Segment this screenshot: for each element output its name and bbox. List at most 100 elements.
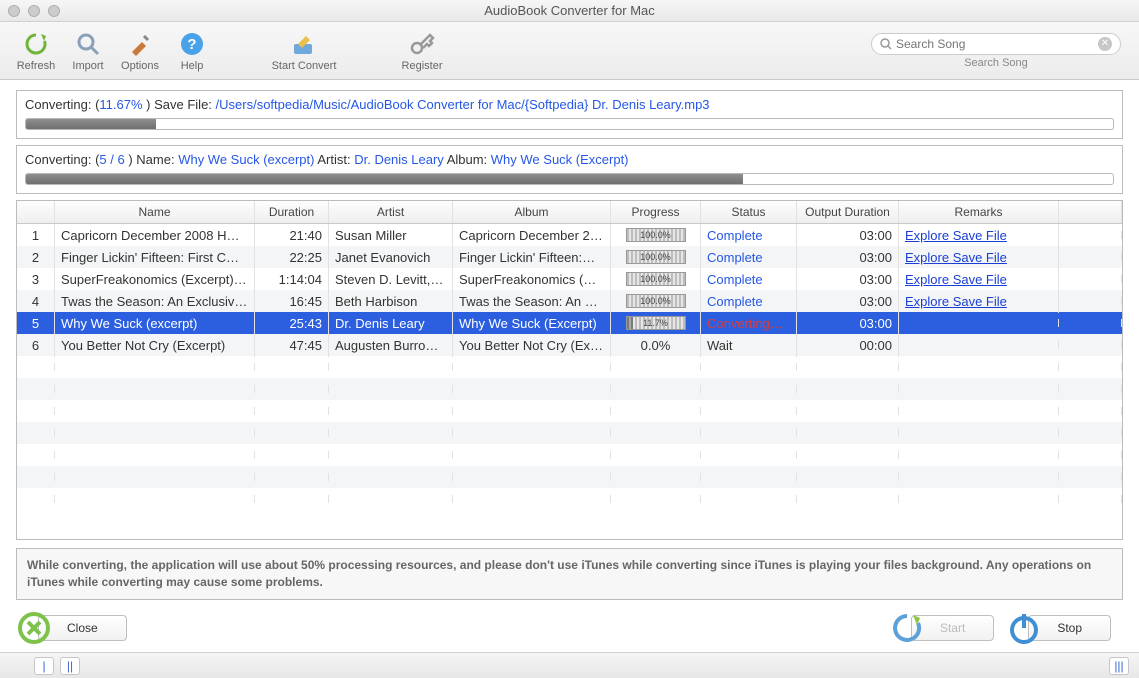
cell-idx: 6 — [17, 334, 55, 357]
explore-save-file-link[interactable]: Explore Save File — [905, 250, 1007, 265]
cell-progress: 0.0% — [611, 334, 701, 357]
table-row[interactable]: 5Why We Suck (excerpt)25:43Dr. Denis Lea… — [17, 312, 1122, 334]
magnifier-icon — [74, 30, 102, 58]
table-row[interactable]: 3SuperFreakonomics (Excerpt)…1:14:04Stev… — [17, 268, 1122, 290]
import-label: Import — [72, 60, 103, 72]
cell-album: Twas the Season: An E… — [453, 290, 611, 313]
table-row — [17, 422, 1122, 444]
cell-idx: 2 — [17, 246, 55, 269]
start-icon — [889, 610, 925, 646]
table-header: Name Duration Artist Album Progress Stat… — [17, 201, 1122, 224]
conv2-suffix1: ) Name: — [125, 152, 178, 167]
register-button[interactable]: Register — [382, 30, 462, 72]
explore-save-file-link[interactable]: Explore Save File — [905, 272, 1007, 287]
cell-name: SuperFreakonomics (Excerpt)… — [55, 268, 255, 291]
svg-text:?: ? — [187, 36, 196, 53]
cell-progress: 100.0% — [611, 267, 701, 291]
refresh-icon — [22, 30, 50, 58]
cell-idx: 5 — [17, 312, 55, 335]
cell-out: 03:00 — [797, 246, 899, 269]
cell-artist: Dr. Denis Leary — [329, 312, 453, 335]
search-input[interactable] — [896, 37, 1098, 51]
col-artist[interactable]: Artist — [329, 201, 453, 223]
stop-icon — [1006, 610, 1042, 646]
cell-out: 03:00 — [797, 224, 899, 247]
conv2-artist: Dr. Denis Leary — [354, 152, 444, 167]
cell-artist: Susan Miller — [329, 224, 453, 247]
conv2-album-label: Album: — [444, 152, 491, 167]
conv2-artist-label: Artist: — [314, 152, 354, 167]
refresh-label: Refresh — [17, 60, 56, 72]
conv1-prefix: Converting: ( — [25, 97, 99, 112]
footer-strip: | || ||| — [0, 652, 1139, 678]
explore-save-file-link[interactable]: Explore Save File — [905, 228, 1007, 243]
titlebar: AudioBook Converter for Mac — [0, 0, 1139, 22]
warning-text: While converting, the application will u… — [16, 548, 1123, 600]
cell-dur: 16:45 — [255, 290, 329, 313]
cell-remarks: Explore Save File — [899, 290, 1059, 313]
cell-out: 00:00 — [797, 334, 899, 357]
cell-album: Why We Suck (Excerpt) — [453, 312, 611, 335]
conv2-prefix: Converting: ( — [25, 152, 99, 167]
cell-idx: 3 — [17, 268, 55, 291]
cell-name: You Better Not Cry (Excerpt) — [55, 334, 255, 357]
cell-idx: 1 — [17, 224, 55, 247]
toolbar: Refresh Import Options ? Help Start Conv… — [0, 22, 1139, 80]
file-progress-bar — [25, 118, 1114, 130]
table-row — [17, 378, 1122, 400]
cell-progress: 100.0% — [611, 245, 701, 269]
cell-progress: 100.0% — [611, 224, 701, 247]
cell-progress: 100.0% — [611, 289, 701, 313]
footer-tab-1[interactable]: | — [34, 657, 54, 675]
cell-remarks — [899, 341, 1059, 349]
tools-icon — [126, 30, 154, 58]
refresh-button[interactable]: Refresh — [12, 30, 60, 72]
table-row — [17, 356, 1122, 378]
col-status[interactable]: Status — [701, 201, 797, 223]
footer-tab-2[interactable]: || — [60, 657, 80, 675]
col-remarks[interactable]: Remarks — [899, 201, 1059, 223]
help-button[interactable]: ? Help — [168, 30, 216, 72]
conv1-suffix: ) Save File: — [143, 97, 216, 112]
table-row — [17, 488, 1122, 510]
col-progress[interactable]: Progress — [611, 201, 701, 223]
col-album[interactable]: Album — [453, 201, 611, 223]
explore-save-file-link[interactable]: Explore Save File — [905, 294, 1007, 309]
cell-artist: Augusten Burro… — [329, 334, 453, 357]
import-button[interactable]: Import — [64, 30, 112, 72]
search-box[interactable]: ✕ — [871, 33, 1121, 55]
col-name[interactable]: Name — [55, 201, 255, 223]
close-button-group: Close — [16, 610, 127, 646]
cell-name: Finger Lickin' Fifteen: First C… — [55, 246, 255, 269]
col-duration[interactable]: Duration — [255, 201, 329, 223]
conv1-percent: 11.67% — [99, 97, 142, 112]
window-title: AudioBook Converter for Mac — [0, 3, 1139, 18]
cell-remarks: Explore Save File — [899, 268, 1059, 291]
col-idx[interactable] — [17, 201, 55, 223]
file-progress-panel: Converting: (11.67% ) Save File: /Users/… — [16, 90, 1123, 139]
table-row[interactable]: 6You Better Not Cry (Excerpt)47:45August… — [17, 334, 1122, 356]
options-button[interactable]: Options — [116, 30, 164, 72]
cell-progress: 11.7% — [611, 311, 701, 335]
cell-name: Twas the Season: An Exclusiv… — [55, 290, 255, 313]
table-row[interactable]: 2Finger Lickin' Fifteen: First C…22:25Ja… — [17, 246, 1122, 268]
cell-remarks: Explore Save File — [899, 224, 1059, 247]
footer-tab-right[interactable]: ||| — [1109, 657, 1129, 675]
close-icon — [16, 610, 52, 646]
stop-button-group: Stop — [1006, 610, 1111, 646]
tracks-table: Name Duration Artist Album Progress Stat… — [16, 200, 1123, 540]
search-label: Search Song — [964, 57, 1028, 69]
cell-artist: Beth Harbison — [329, 290, 453, 313]
conv2-name: Why We Suck (excerpt) — [178, 152, 314, 167]
cell-status: Complete — [701, 290, 797, 313]
start-convert-button[interactable]: Start Convert — [264, 30, 344, 72]
cell-status: Wait — [701, 334, 797, 357]
cell-remarks — [899, 319, 1059, 327]
table-row[interactable]: 4Twas the Season: An Exclusiv…16:45Beth … — [17, 290, 1122, 312]
cell-artist: Janet Evanovich — [329, 246, 453, 269]
cell-dur: 47:45 — [255, 334, 329, 357]
col-output[interactable]: Output Duration — [797, 201, 899, 223]
clear-search-icon[interactable]: ✕ — [1098, 37, 1112, 51]
table-row — [17, 400, 1122, 422]
table-row[interactable]: 1Capricorn December 2008 H…21:40Susan Mi… — [17, 224, 1122, 246]
